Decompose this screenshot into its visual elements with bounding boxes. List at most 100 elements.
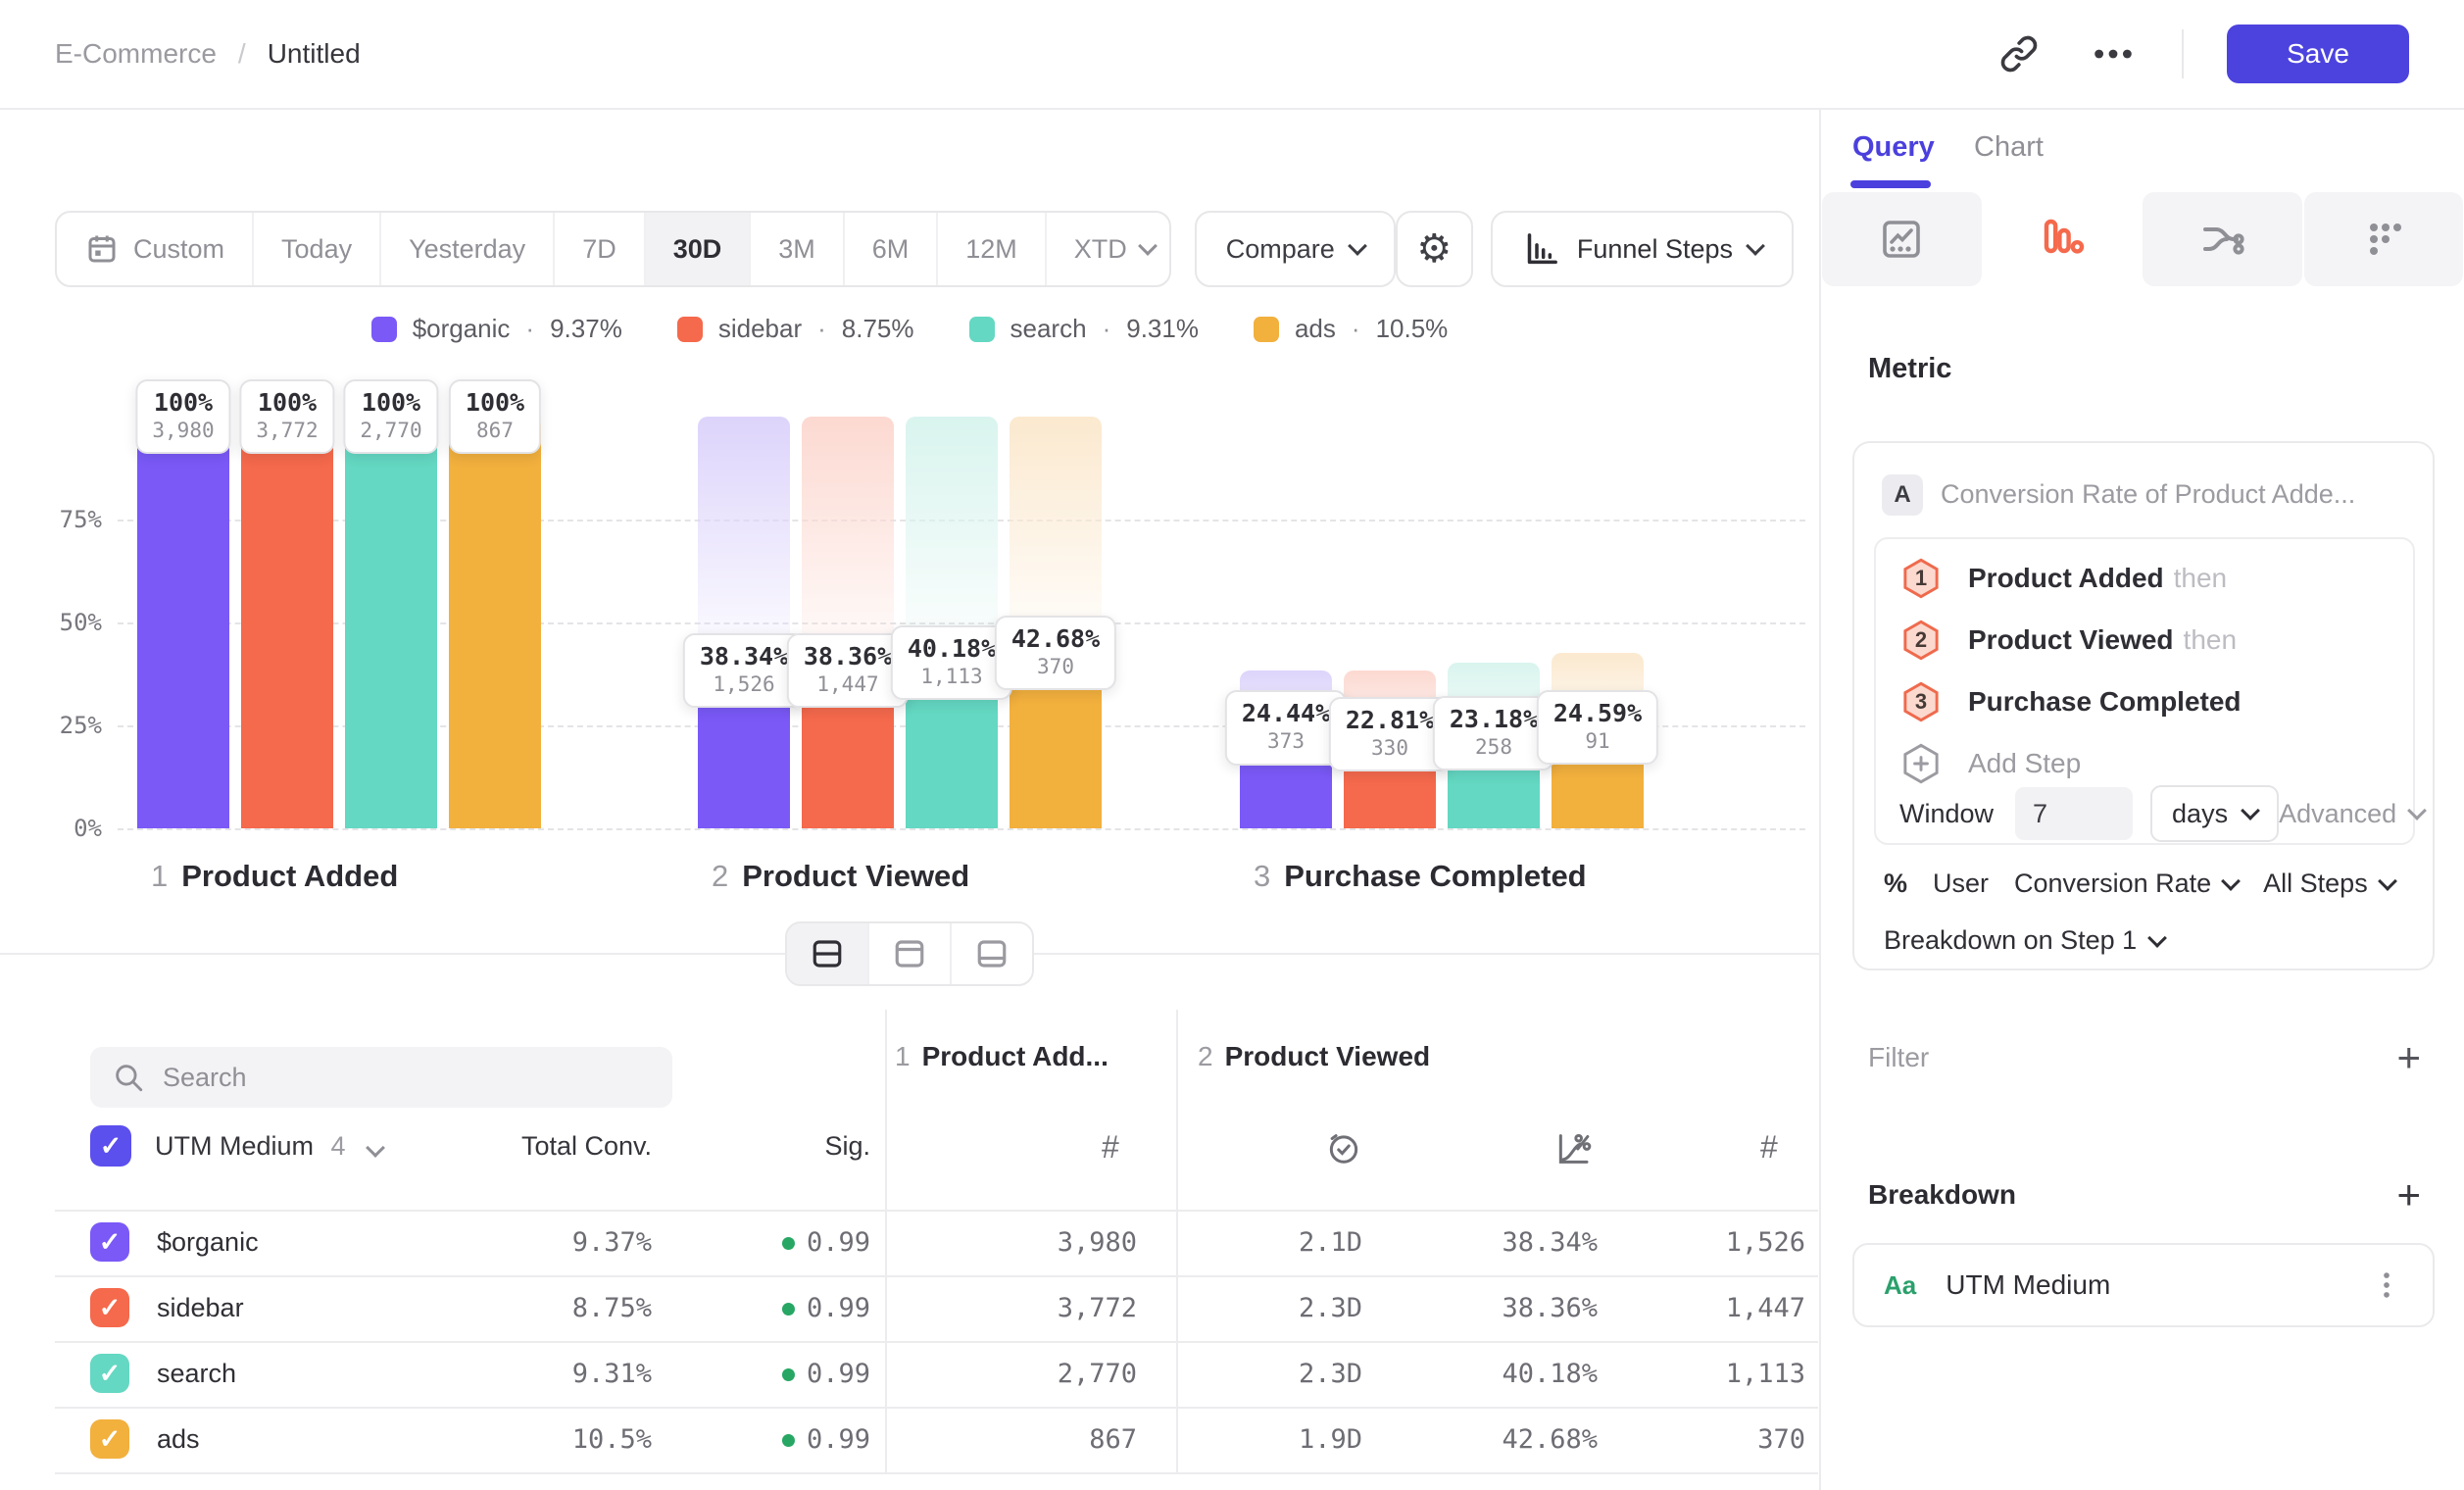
bar-value-label: 100%867 [449,379,541,454]
bar-count-label: 370 [1011,654,1100,679]
bar-count-label: 3,772 [256,418,318,443]
sig-column-header[interactable]: Sig. [824,1131,870,1162]
add-breakdown-button[interactable]: + [2396,1174,2421,1216]
row-step2-rate: 38.34% [1502,1227,1598,1258]
count-column-icon[interactable]: # [1102,1129,1119,1166]
search-icon [112,1061,145,1094]
insights-report-tab[interactable] [1822,192,1982,286]
breakdown-options-kebab-icon[interactable] [2370,1268,2403,1302]
table-row-organic[interactable]: ✓$organic9.37%0.993,9802.1D38.34%1,526 [0,1210,1819,1275]
counting-entity-dropdown[interactable]: User [1933,869,1989,899]
bar-count-label: 1,113 [908,664,996,689]
row-step2-count: 370 [1757,1424,1805,1455]
query-builder-panel: Query Chart [1819,110,2464,1490]
top-actions: Save [1994,25,2409,83]
bar-count-label: 373 [1242,728,1330,754]
page-title[interactable]: Untitled [268,38,361,70]
row-total-conversion: 8.75% [572,1293,652,1323]
filter-section: Filter + [1868,1037,2421,1078]
y-axis-tick-75: 75% [27,506,102,533]
filter-section-title: Filter [1868,1042,1929,1073]
chart-only-view-button[interactable] [869,923,952,984]
row-step2-rate: 40.18% [1502,1359,1598,1389]
table-step2-header[interactable]: 2Product Viewed [1198,1041,1430,1072]
row-divider [55,1472,1818,1474]
chevron-down-icon [366,1138,385,1158]
row-checkbox[interactable]: ✓ [90,1222,129,1262]
bar-value-label: 42.68%370 [995,616,1116,690]
breakdown-on-step-dropdown[interactable]: Breakdown on Step 1 [1884,925,2164,956]
step-number: 2 [1198,1041,1213,1071]
steps-scope-dropdown[interactable]: All Steps [2263,869,2394,899]
table-row-search[interactable]: ✓search9.31%0.992,7702.3D40.18%1,113 [0,1341,1819,1407]
query-step-1[interactable]: 1Product Addedthen [1899,557,2227,600]
row-checkbox[interactable]: ✓ [90,1354,129,1393]
gridline-0 [118,828,1805,830]
row-checkbox[interactable]: ✓ [90,1419,129,1459]
percent-icon: % [1884,869,1907,899]
row-step2-count: 1,526 [1726,1227,1805,1258]
retention-report-tab[interactable] [2304,192,2464,286]
significance-dot [782,1303,795,1316]
step-name: Purchase Completed [1284,859,1586,893]
window-unit-dropdown[interactable]: days [2150,785,2279,842]
breakdown-item[interactable]: Aa UTM Medium [1852,1243,2435,1327]
step-label: Product Add... [922,1041,1109,1071]
add-step-button[interactable]: Add Step [1899,742,2081,785]
breakdown-on-label: Breakdown on Step 1 [1884,925,2137,956]
select-all-checkbox[interactable]: ✓ [90,1125,131,1167]
chart-step-label-3: 3Purchase Completed [1254,859,1587,894]
tab-query[interactable]: Query [1852,131,1935,164]
bar-count-label: 91 [1553,728,1642,754]
step-number-hexagon: 3 [1899,680,1943,723]
flows-report-tab[interactable] [2143,192,2302,286]
top-bar-divider [2182,29,2184,78]
row-checkbox[interactable]: ✓ [90,1288,129,1327]
advanced-label: Advanced [2279,799,2396,829]
step-number: 1 [895,1041,911,1071]
bar-pct-label: 40.18% [908,634,996,664]
bar-pct-label: 22.81% [1346,706,1434,735]
y-axis-tick-0: 0% [27,815,102,842]
more-menu-icon[interactable] [2088,28,2139,79]
y-axis-tick-50: 50% [27,609,102,636]
row-total-conversion: 9.37% [572,1227,652,1258]
group-column-header[interactable]: UTM Medium 4 [155,1131,382,1162]
split-view-button[interactable] [787,923,869,984]
table-only-view-button[interactable] [952,923,1032,984]
table-step1-header[interactable]: 1 Product Add... [895,1041,1109,1072]
search-input[interactable] [161,1062,651,1094]
funnel-bar-sidebar-step1[interactable] [241,417,333,828]
row-step1-count: 3,980 [1058,1227,1137,1258]
report-canvas: CustomTodayYesterday7D30D3M6M12MXTD Comp… [0,110,1819,1490]
save-button[interactable]: Save [2227,25,2409,83]
step-then-suffix: then [2184,624,2238,655]
metric-series-name[interactable]: Conversion Rate of Product Adde... [1941,479,2355,510]
measurement-dropdown[interactable]: Conversion Rate [2014,869,2238,899]
copy-link-icon[interactable] [1994,28,2045,79]
step-event-name: Purchase Completed [1968,686,2242,717]
conversion-rate-icon[interactable] [1552,1129,1592,1173]
window-value-input[interactable] [2015,787,2133,840]
add-filter-button[interactable]: + [2396,1037,2421,1078]
query-step-3[interactable]: 3 Purchase Completed [1899,680,2242,723]
tab-chart[interactable]: Chart [1974,131,2044,164]
table-row-ads[interactable]: ✓ads10.5%0.998671.9D42.68%370 [0,1407,1819,1472]
bar-count-label: 1,447 [804,671,892,697]
breadcrumb-board-link[interactable]: E-Commerce [55,38,217,70]
table-header-row: ✓ UTM Medium 4 Total Conv. Sig. [0,1118,1819,1176]
funnels-report-tab-active[interactable] [1983,192,2143,286]
count-column-icon[interactable]: # [1760,1129,1778,1166]
funnel-bar-ads-step1[interactable] [449,417,541,828]
time-to-convert-icon[interactable] [1325,1129,1362,1171]
funnel-bar-search-step1[interactable] [345,417,437,828]
funnel-bar-organic-step1[interactable] [137,417,229,828]
advanced-toggle[interactable]: Advanced [2279,799,2424,829]
total-conv-column-header[interactable]: Total Conv. [521,1131,652,1162]
measurement-label: Conversion Rate [2014,869,2211,899]
table-row-sidebar[interactable]: ✓sidebar8.75%0.993,7722.3D38.36%1,447 [0,1275,1819,1341]
chevron-down-icon [2241,801,2260,820]
query-step-2[interactable]: 2Product Viewedthen [1899,619,2237,662]
bar-pct-label: 100% [466,388,524,418]
measurement-row: % User Conversion Rate All Steps [1884,869,2394,899]
